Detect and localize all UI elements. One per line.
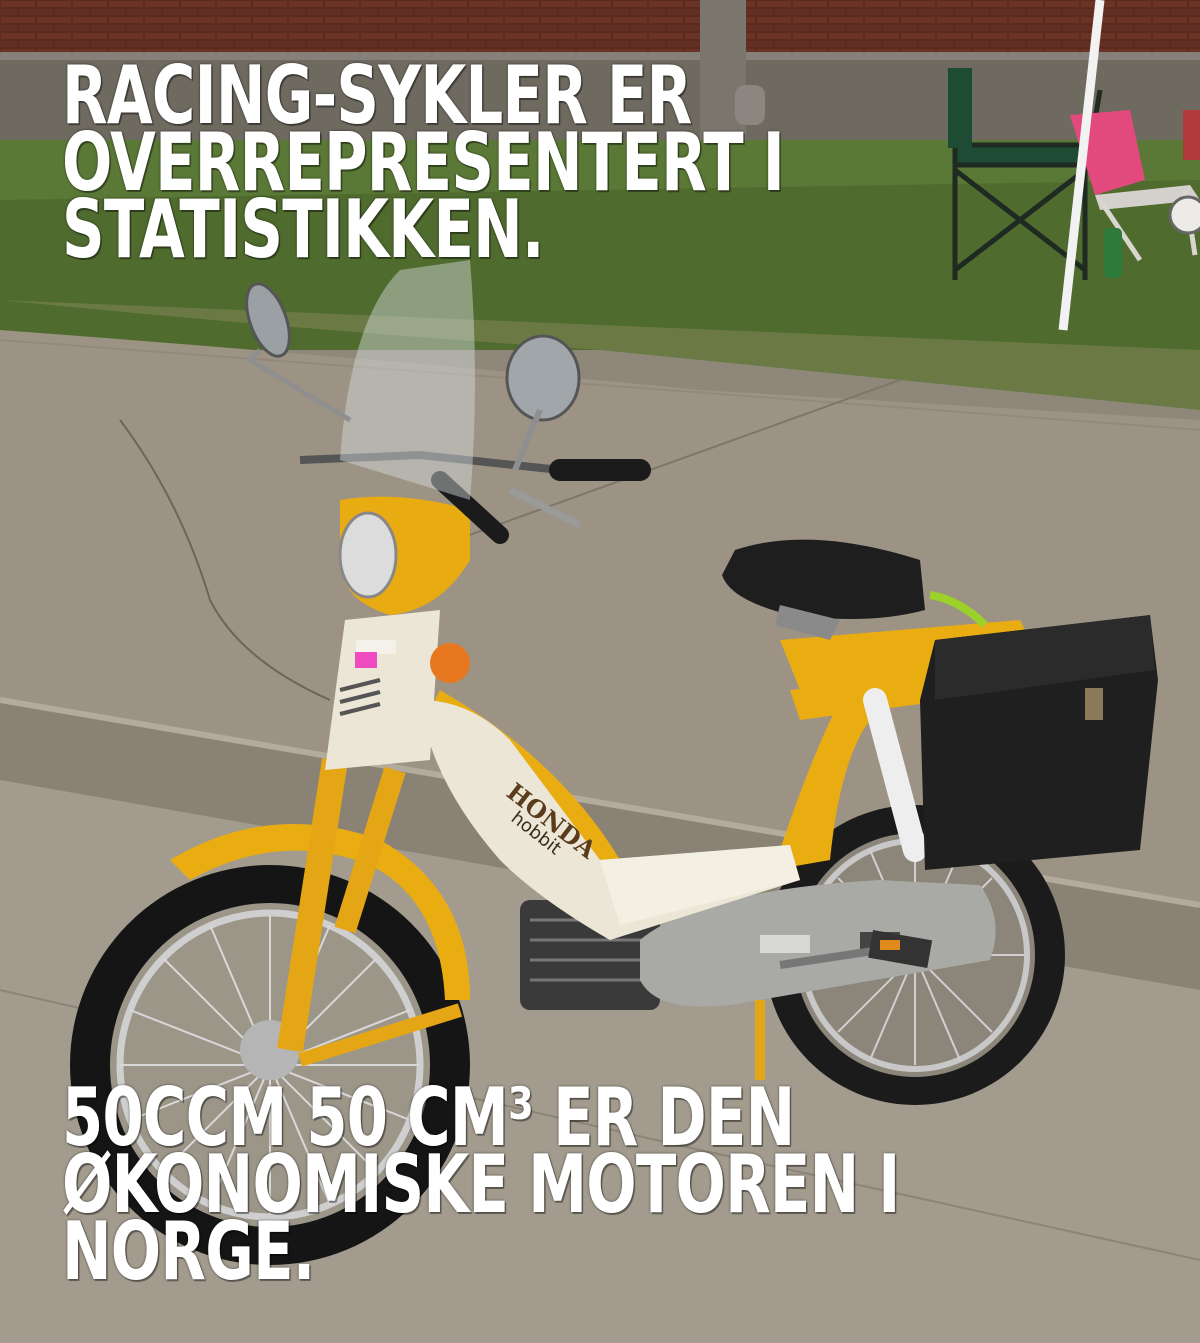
saddle-bag [920,615,1158,870]
bottle [1104,228,1122,278]
meme-top-caption: RACING-SYKLER ER OVERREPRESENTERT I STAT… [62,56,785,270]
meme-bottom-caption: 50CCM 50 CM³ ER DEN ØKONOMISKE MOTOREN I… [62,1078,900,1292]
